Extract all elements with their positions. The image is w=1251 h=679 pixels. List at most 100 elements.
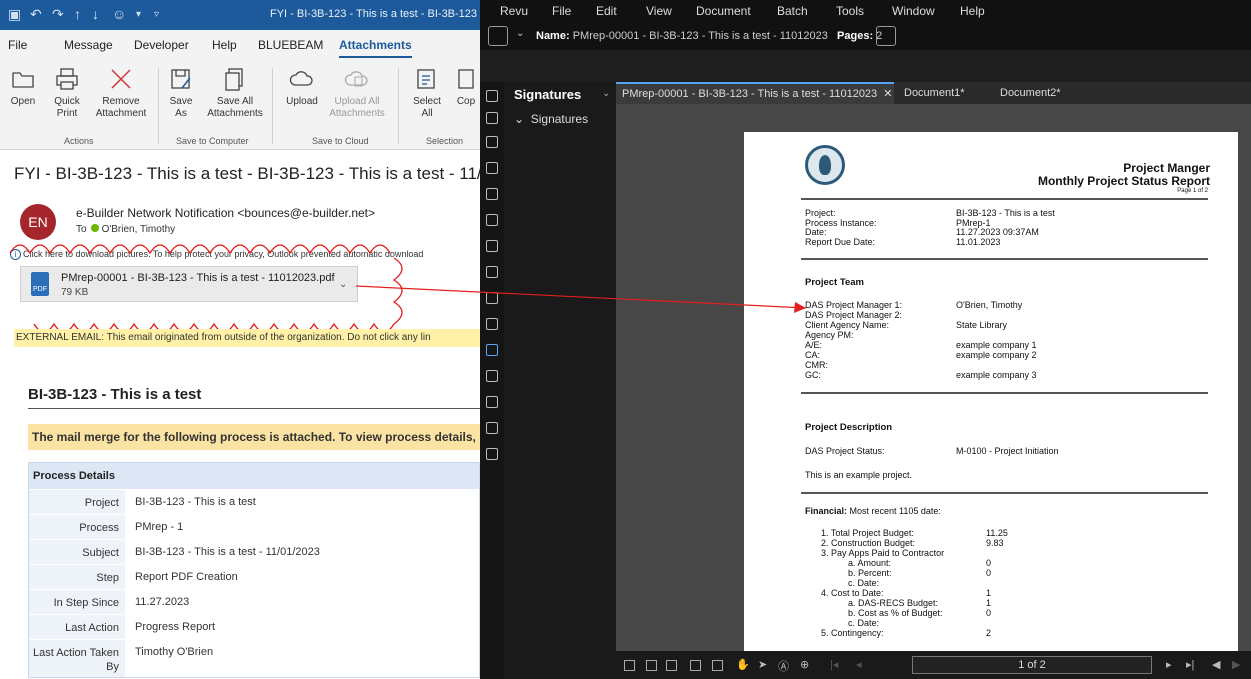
split-horizontal-icon[interactable]	[666, 660, 677, 671]
menu-file[interactable]: File	[552, 4, 571, 18]
ribbon-tabs: File Message Developer Help BLUEBEAM Att…	[0, 30, 480, 60]
menu-batch[interactable]: Batch	[777, 4, 808, 18]
back-icon[interactable]: ◀	[1212, 658, 1220, 671]
measure-icon[interactable]	[486, 292, 498, 304]
select-all-button[interactable]: Select All	[410, 66, 444, 120]
layers-icon[interactable]	[486, 162, 498, 174]
save-as-button[interactable]: Save As	[166, 66, 196, 120]
sync-icon[interactable]	[690, 660, 701, 671]
menu-document[interactable]: Document	[696, 4, 751, 18]
tab-bluebeam[interactable]: BLUEBEAM	[258, 38, 323, 52]
forward-icon[interactable]: ▶	[1232, 658, 1240, 671]
menu-help[interactable]: Help	[960, 4, 985, 18]
menu-window[interactable]: Window	[892, 4, 935, 18]
grid-icon[interactable]	[486, 112, 498, 124]
forms-icon[interactable]	[486, 396, 498, 408]
tags-icon[interactable]	[486, 370, 498, 382]
download-pictures-notice[interactable]: i Click here to download pictures. To hel…	[10, 249, 423, 260]
window-title: FYI - BI-3B-123 - This is a test - BI-3B…	[270, 8, 480, 20]
tab-help[interactable]: Help	[212, 38, 237, 52]
snap-icon[interactable]	[712, 660, 723, 671]
recipient-name[interactable]: O'Brien, Timothy	[102, 224, 176, 235]
divider	[28, 408, 480, 409]
tab-attachments[interactable]: Attachments	[339, 38, 412, 58]
search-icon[interactable]	[486, 422, 498, 434]
toolchest-icon[interactable]	[486, 188, 498, 200]
chevron-down-icon[interactable]: ⌄	[516, 28, 524, 39]
signatures-icon[interactable]	[486, 344, 498, 356]
zoom-icon[interactable]: ⊕	[800, 658, 809, 671]
copy-button[interactable]: Cop	[452, 66, 480, 108]
select-text-icon[interactable]: Ⓐ	[778, 658, 789, 674]
document-icon[interactable]	[488, 26, 508, 46]
menu-edit[interactable]: Edit	[596, 4, 617, 18]
upload-button[interactable]: Upload	[282, 66, 322, 108]
financial-key: b. Cost as % of Budget:	[848, 608, 943, 618]
customize-dropdown-icon[interactable]: ▾	[136, 9, 141, 20]
tab-document1[interactable]: Document1*	[898, 82, 990, 104]
menu-tools[interactable]: Tools	[836, 4, 864, 18]
select-arrow-icon[interactable]: ➤	[758, 658, 767, 671]
file-access-icon[interactable]	[486, 240, 498, 252]
tab-document2[interactable]: Document2*	[994, 82, 1086, 104]
team-key: DAS Project Manager 1:	[805, 300, 903, 310]
pan-hand-icon[interactable]: ✋	[736, 658, 750, 671]
team-key: Agency PM:	[805, 330, 854, 340]
bookmark-icon[interactable]	[486, 136, 498, 148]
description-text: This is an example project.	[805, 470, 913, 480]
row-value: Timothy O'Brien	[135, 646, 214, 658]
studio-icon[interactable]	[486, 266, 498, 278]
last-page-icon[interactable]: ▸|	[1186, 658, 1194, 671]
links-icon[interactable]	[486, 448, 498, 460]
next-page-icon[interactable]: ▸	[1166, 658, 1172, 671]
close-icon[interactable]: ✕	[883, 88, 892, 100]
more-icon[interactable]: ▿	[154, 9, 159, 20]
avatar[interactable]: EN	[20, 204, 56, 240]
tab-file[interactable]: File	[8, 38, 27, 52]
menu-revu[interactable]: Revu	[500, 4, 528, 18]
thumbnails-icon[interactable]	[486, 90, 498, 102]
page-navigator[interactable]: 1 of 2	[912, 656, 1152, 674]
row-key: Subject	[29, 540, 125, 564]
tab-developer[interactable]: Developer	[134, 38, 189, 52]
merge-notice: The mail merge for the following process…	[28, 424, 480, 450]
insert-page-icon[interactable]	[876, 26, 896, 46]
tab-message[interactable]: Message	[64, 38, 113, 52]
save-icon[interactable]: ▣	[8, 6, 21, 23]
redo-icon[interactable]: ↷	[52, 6, 64, 23]
message-subject: FYI - BI-3B-123 - This is a test - BI-3B…	[14, 164, 480, 183]
upload-all-attachments-button[interactable]: Upload All Attachments	[328, 66, 386, 120]
save-all-attachments-button[interactable]: Save All Attachments	[206, 66, 264, 120]
sender[interactable]: e-Builder Network Notification <bounces@…	[76, 206, 375, 220]
info-key: Report Due Date:	[805, 237, 876, 247]
attachment-chip[interactable]: PDF PMrep-00001 - BI-3B-123 - This is a …	[20, 266, 358, 302]
info-value: 11.27.2023 09:37AM	[956, 227, 1039, 237]
first-page-icon[interactable]: |◂	[830, 658, 838, 671]
table-row: In Step Since 11.27.2023	[29, 589, 479, 614]
team-value: example company 2	[956, 350, 1037, 360]
undo-icon[interactable]: ↶	[30, 6, 42, 23]
document-canvas[interactable]: Project Manger Monthly Project Status Re…	[616, 104, 1251, 679]
left-tool-strip	[480, 82, 504, 679]
markups-icon[interactable]	[486, 318, 498, 330]
financial-key: a. Amount:	[848, 558, 892, 568]
properties-icon[interactable]	[486, 214, 498, 226]
quick-print-button[interactable]: Quick Print	[50, 66, 84, 120]
up-arrow-icon[interactable]: ↑	[74, 6, 81, 22]
single-page-icon[interactable]	[624, 660, 635, 671]
person-icon[interactable]: ☺	[112, 6, 126, 22]
split-vertical-icon[interactable]	[646, 660, 657, 671]
tab-pmrep-document[interactable]: PMrep-00001 - BI-3B-123 - This is a test…	[616, 82, 894, 104]
remove-attachment-button[interactable]: Remove Attachment	[92, 66, 150, 120]
previous-page-icon[interactable]: ◂	[856, 658, 862, 671]
menu-view[interactable]: View	[646, 4, 672, 18]
panel-menu-chevron-icon[interactable]: ⌄	[602, 88, 610, 99]
chevron-down-icon[interactable]: ⌄	[339, 279, 347, 290]
team-value: State Library	[956, 320, 1008, 330]
signatures-tree-item[interactable]: ⌄ Signatures	[514, 112, 588, 126]
divider	[801, 392, 1208, 394]
open-button[interactable]: Open	[8, 66, 38, 108]
financial-key: 2. Construction Budget:	[821, 538, 916, 548]
financial-key: a. DAS-RECS Budget:	[848, 598, 939, 608]
down-arrow-icon[interactable]: ↓	[92, 6, 99, 22]
